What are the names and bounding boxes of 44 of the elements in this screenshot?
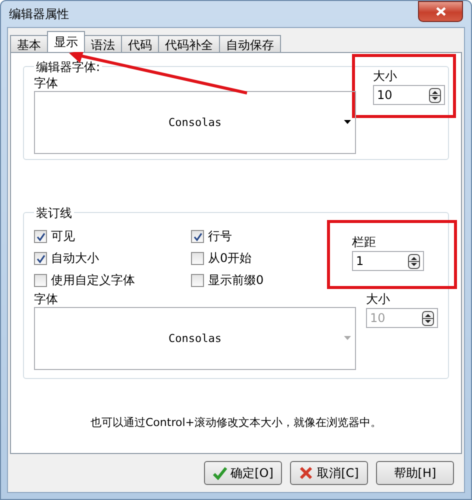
checkbox-label: 使用自定义字体	[51, 272, 135, 289]
cancel-button[interactable]: 取消[C]	[290, 461, 368, 485]
checkbox[interactable]	[191, 230, 204, 243]
field-label: 栏距	[352, 235, 377, 249]
font-dropdown: Consolas	[34, 307, 356, 370]
tab[interactable]: 代码补全	[158, 35, 220, 52]
tab[interactable]: 基本	[10, 35, 48, 52]
ok-button[interactable]: 确定[O]	[204, 461, 282, 485]
check-icon	[212, 466, 227, 480]
spinner-icon	[422, 310, 434, 326]
help-button[interactable]: 帮助[H]	[376, 461, 454, 485]
close-icon	[434, 6, 446, 17]
caret-icon	[344, 336, 351, 340]
group-title: 装订线	[34, 205, 74, 222]
field-label: 字体	[34, 76, 59, 90]
hint-text: 也可以通过Control+滚动修改文本大小，就像在浏览器中。	[90, 415, 382, 430]
spinner-icon	[429, 88, 441, 102]
checkbox-label: 可见	[51, 228, 75, 245]
window-title: 编辑器属性	[8, 6, 69, 22]
field-label: 字体	[34, 292, 59, 306]
field-label: 大小	[366, 292, 391, 306]
spinner-icon	[408, 254, 420, 268]
tab[interactable]: 自动保存	[219, 35, 281, 52]
field-label: 大小	[373, 69, 398, 83]
checkbox-label: 行号	[208, 228, 232, 245]
checkbox-label: 自动大小	[51, 250, 99, 267]
checkbox[interactable]	[191, 274, 204, 287]
cross-icon	[299, 466, 314, 480]
caret-icon	[344, 120, 351, 124]
tab[interactable]: 语法	[84, 35, 122, 52]
tab[interactable]: 代码	[121, 35, 159, 52]
checkbox[interactable]	[34, 252, 47, 265]
checkbox-label: 显示前缀0	[208, 272, 264, 289]
number-field: 10	[366, 308, 438, 328]
number-field[interactable]: 1	[352, 251, 424, 271]
group-title: 编辑器字体:	[34, 59, 102, 76]
number-field[interactable]: 10	[373, 85, 445, 105]
font-dropdown[interactable]: Consolas	[34, 91, 356, 154]
checkbox-label: 从0开始	[208, 250, 252, 267]
checkbox[interactable]	[191, 252, 204, 265]
close-button[interactable]	[418, 1, 463, 22]
checkbox[interactable]	[34, 230, 47, 243]
checkbox[interactable]	[34, 274, 47, 287]
tab[interactable]: 显示	[47, 31, 85, 52]
